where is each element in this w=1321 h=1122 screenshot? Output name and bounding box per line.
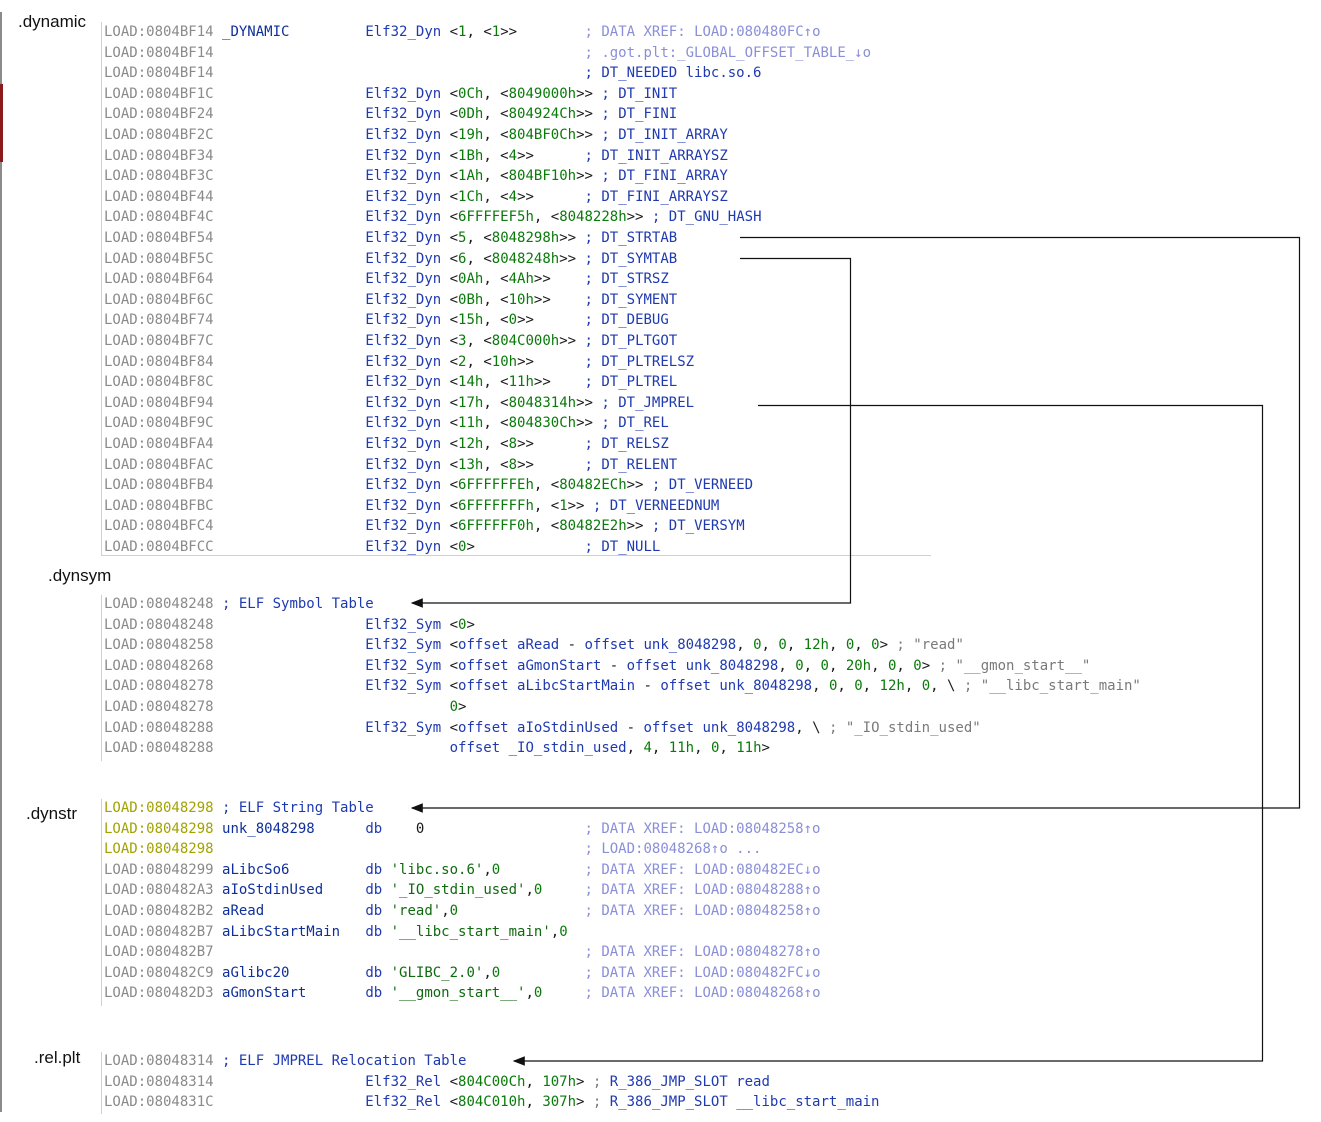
arrow-strtab-to-dynstr bbox=[410, 236, 1301, 813]
xref-arrows bbox=[410, 236, 1301, 1066]
arrow-jmprel-to-relplt bbox=[512, 404, 1264, 1066]
arrow-symtab-to-dynsym bbox=[410, 257, 852, 608]
